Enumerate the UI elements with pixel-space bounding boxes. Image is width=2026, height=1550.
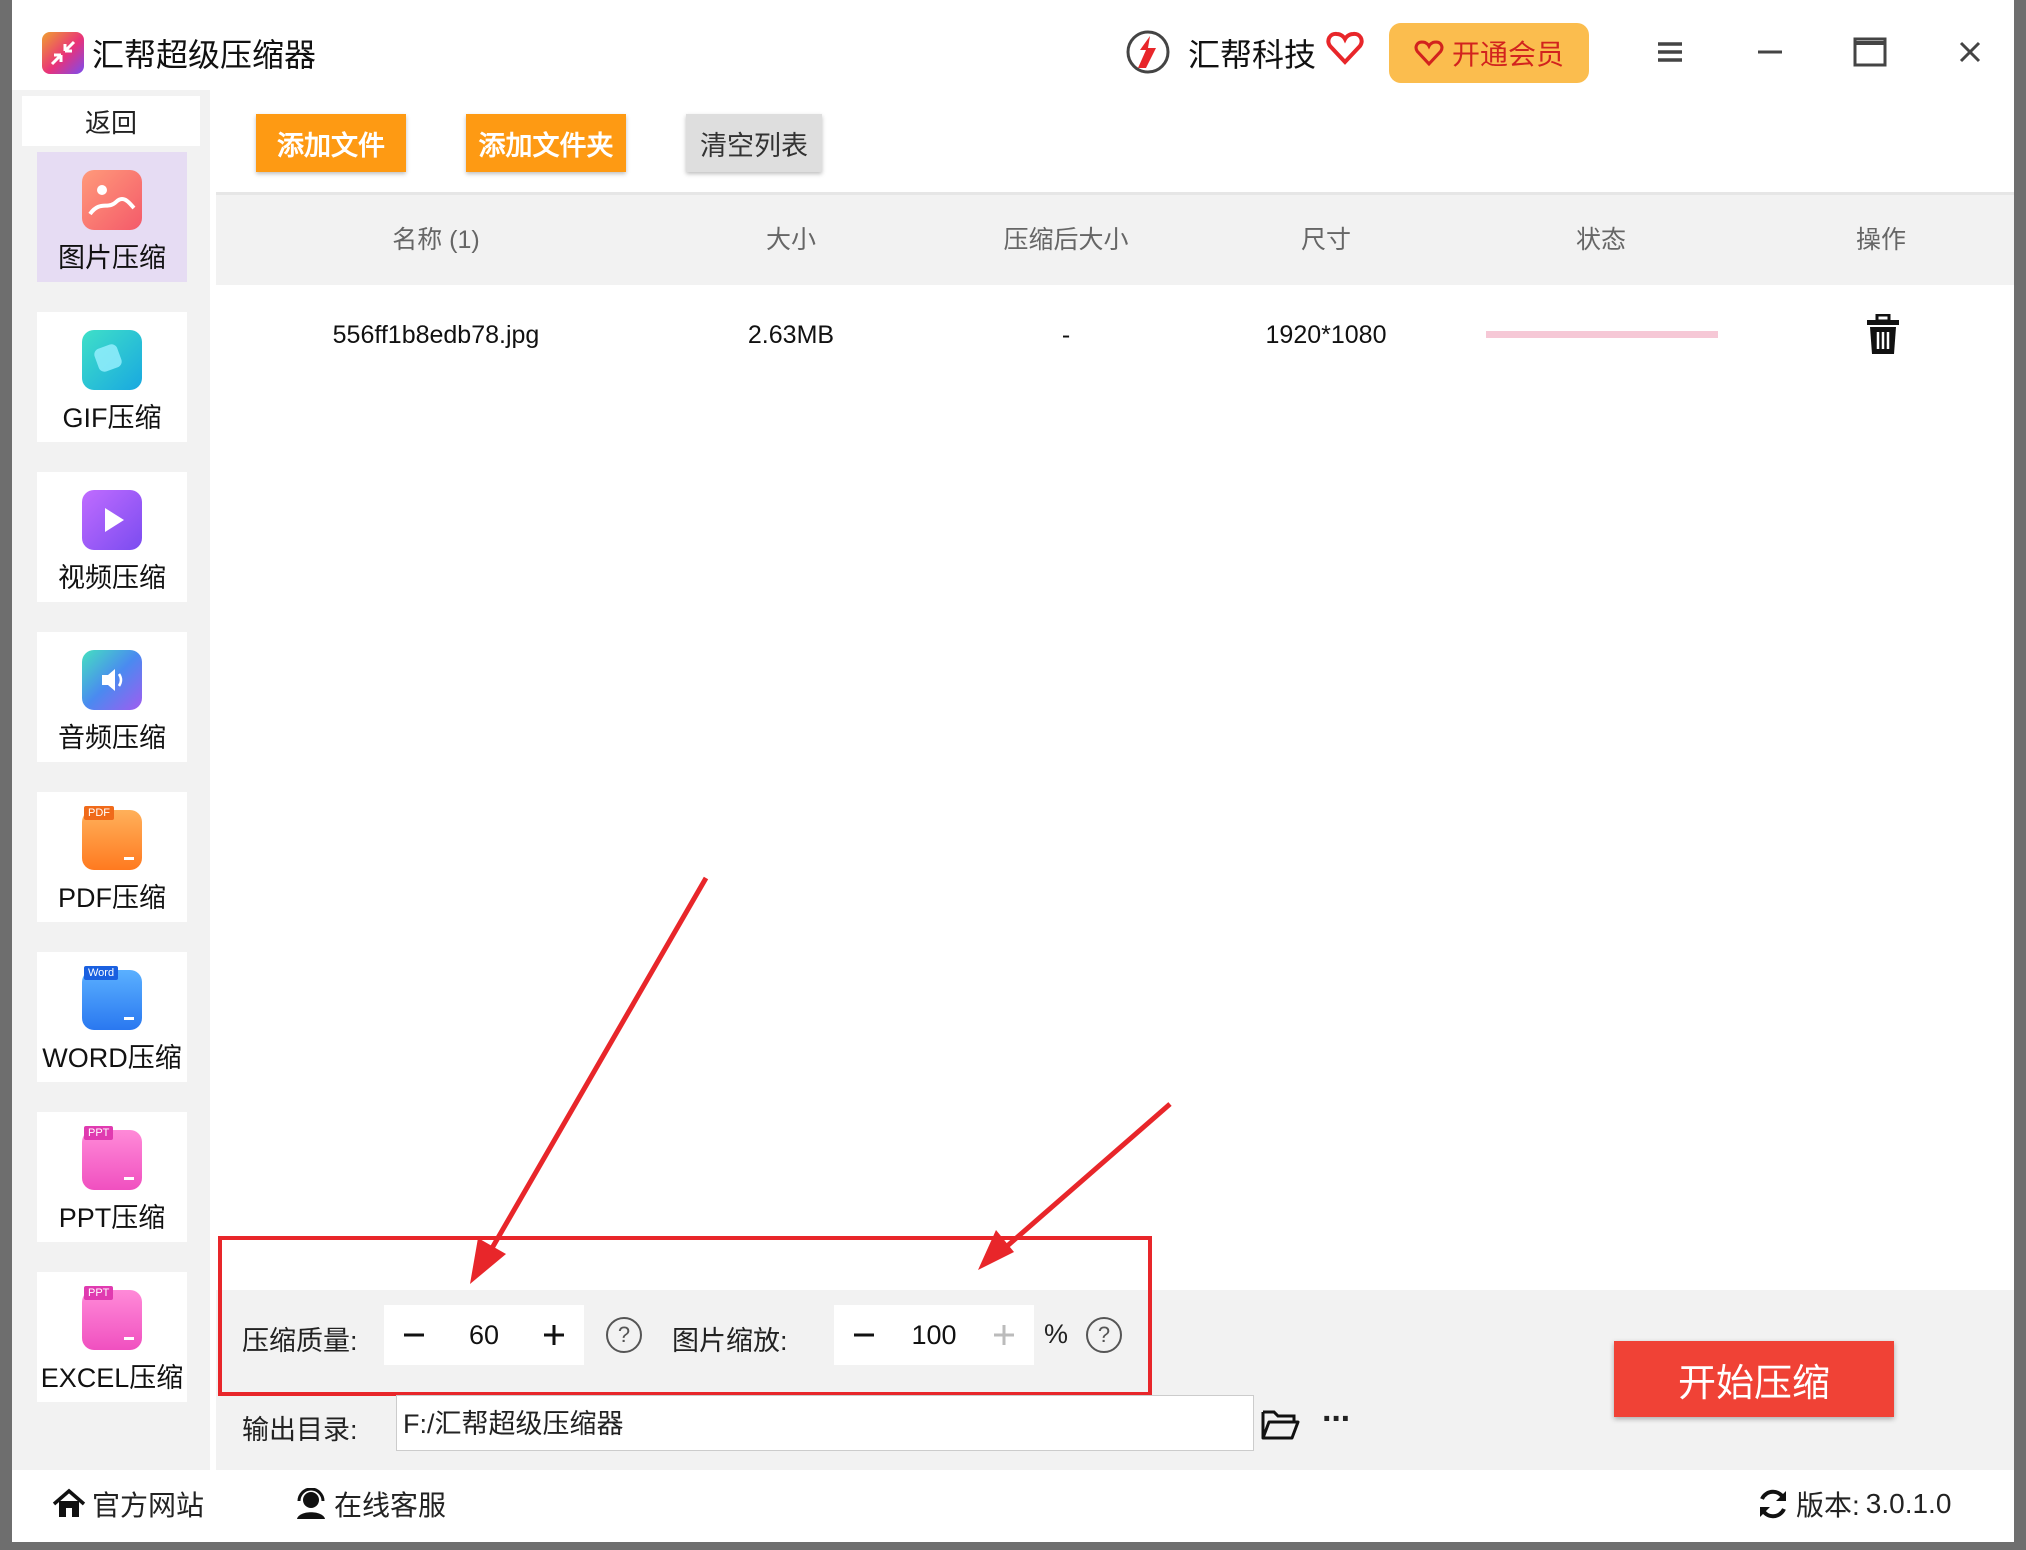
maximize-icon[interactable] <box>1848 30 1892 74</box>
app-logo-icon <box>42 32 84 74</box>
vip-heart-icon <box>1414 40 1444 67</box>
column-header-dimensions: 尺寸 <box>1300 226 1351 254</box>
website-label: 官方网站 <box>92 1490 205 1521</box>
file-table-header: 名称 (1) 大小 压缩后大小 尺寸 状态 操作 <box>216 192 2014 285</box>
vip-label: 开通会员 <box>1451 39 1564 70</box>
sidebar-item-label: PDF压缩 <box>58 883 166 913</box>
sidebar-item-word[interactable]: Word WORD压缩 <box>37 952 187 1082</box>
sidebar-item-label: GIF压缩 <box>62 403 162 433</box>
sidebar-item-audio[interactable]: 音频压缩 <box>37 632 187 762</box>
support-link[interactable]: 在线客服 <box>294 1484 446 1524</box>
vip-button[interactable]: 开通会员 <box>1389 23 1589 83</box>
sidebar-item-label: WORD压缩 <box>42 1043 182 1073</box>
pdf-badge: PDF <box>84 806 114 820</box>
sidebar-item-label: 视频压缩 <box>58 563 166 593</box>
brand-logo-icon <box>1126 30 1170 74</box>
sidebar-item-ppt[interactable]: PPT PPT压缩 <box>37 1112 187 1242</box>
word-badge: Word <box>84 966 119 980</box>
word-icon: Word <box>82 966 142 1030</box>
sidebar-item-video[interactable]: 视频压缩 <box>37 472 187 602</box>
file-dimensions: 1920*1080 <box>1265 321 1387 349</box>
column-header-status: 状态 <box>1575 226 1626 254</box>
sidebar-item-pdf[interactable]: PDF PDF压缩 <box>37 792 187 922</box>
folder-icon[interactable] <box>1260 1406 1300 1442</box>
output-label: 输出目录: <box>242 1415 358 1445</box>
close-icon[interactable] <box>1948 30 1992 74</box>
gif-icon <box>82 330 142 390</box>
start-compress-button[interactable]: 开始压缩 <box>1614 1341 1894 1417</box>
column-header-actions: 操作 <box>1855 226 1906 254</box>
minimize-icon[interactable] <box>1748 30 1792 74</box>
sidebar-item-gif[interactable]: GIF压缩 <box>37 312 187 442</box>
table-row[interactable]: 556ff1b8edb78.jpg 2.63MB - 1920*1080 <box>216 290 2014 380</box>
sidebar-item-image[interactable]: 图片压缩 <box>37 152 187 282</box>
back-button[interactable]: 返回 <box>22 96 200 146</box>
file-size: 2.63MB <box>747 321 835 349</box>
excel-icon: PPT <box>82 1286 142 1350</box>
add-file-button[interactable]: 添加文件 <box>256 114 406 172</box>
version-info[interactable]: 版本: 3.0.1.0 <box>1756 1484 1951 1524</box>
sidebar-item-excel[interactable]: PPT EXCEL压缩 <box>37 1272 187 1402</box>
sidebar-item-label: 图片压缩 <box>58 243 166 273</box>
column-header-compressed-size: 压缩后大小 <box>1003 226 1129 254</box>
highlight-annotation-box <box>218 1236 1152 1396</box>
more-options-icon[interactable]: ··· <box>1322 1400 1352 1439</box>
heart-icon <box>1326 31 1364 65</box>
app-title: 汇帮超级压缩器 <box>92 37 317 73</box>
image-icon <box>82 170 142 230</box>
ppt-icon: PPT <box>82 1126 142 1190</box>
headset-icon <box>297 1488 325 1519</box>
add-folder-button[interactable]: 添加文件夹 <box>466 114 626 172</box>
home-icon <box>52 1488 86 1517</box>
clear-list-button[interactable]: 清空列表 <box>686 114 822 172</box>
output-path-field[interactable]: F:/汇帮超级压缩器 <box>396 1395 1254 1451</box>
status-progress-bar <box>1486 331 1718 338</box>
toolbar: 添加文件 添加文件夹 清空列表 <box>210 104 2014 194</box>
version-label: 版本: <box>1796 1490 1860 1521</box>
video-icon <box>82 490 142 550</box>
sidebar-item-label: 音频压缩 <box>58 723 166 753</box>
trash-icon[interactable] <box>1863 314 1903 356</box>
excel-badge: PPT <box>84 1286 114 1300</box>
title-bar: 汇帮超级压缩器 汇帮科技 开通会员 <box>12 0 2014 104</box>
audio-icon <box>82 650 142 710</box>
support-label: 在线客服 <box>334 1490 447 1521</box>
sidebar: 返回 图片压缩 GIF压缩 视频压缩 音频压缩 PDF PDF压缩 Word W… <box>12 90 210 1470</box>
version-number: 3.0.1.0 <box>1865 1488 1952 1519</box>
brand-name: 汇帮科技 <box>1188 37 1317 73</box>
pdf-icon: PDF <box>82 806 142 870</box>
ppt-badge: PPT <box>84 1126 114 1140</box>
column-header-size: 大小 <box>765 226 816 254</box>
footer: 官方网站 在线客服 版本: 3.0.1.0 <box>12 1470 2014 1542</box>
menu-icon[interactable] <box>1648 30 1692 74</box>
column-header-name: 名称 (1) <box>392 226 480 254</box>
website-link[interactable]: 官方网站 <box>52 1484 204 1524</box>
sidebar-item-label: EXCEL压缩 <box>40 1363 184 1393</box>
app-window: 汇帮超级压缩器 汇帮科技 开通会员 返回 图片压缩 GIF压缩 视频压缩 音频压… <box>12 0 2014 1542</box>
refresh-icon <box>1760 1489 1786 1519</box>
sidebar-item-label: PPT压缩 <box>58 1203 166 1233</box>
file-name: 556ff1b8edb78.jpg <box>332 321 540 349</box>
file-compressed-size: - <box>1061 321 1071 349</box>
